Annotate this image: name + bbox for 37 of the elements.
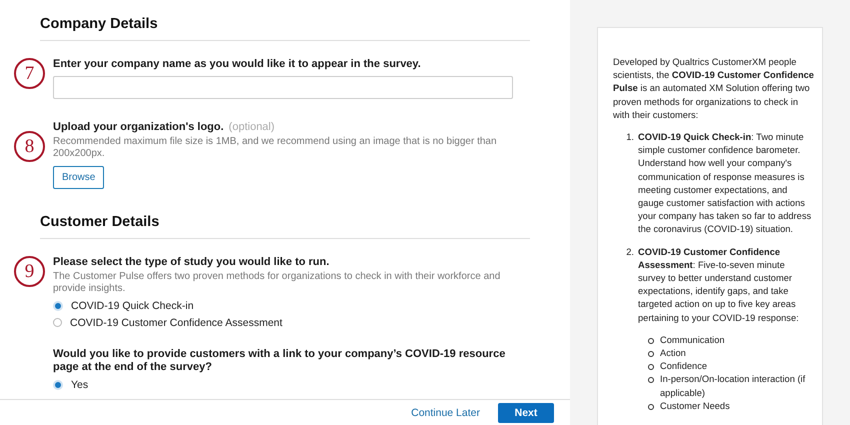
next-button[interactable]: Next	[498, 403, 554, 423]
step-number: 9	[14, 256, 45, 287]
section-heading: Company Details	[40, 15, 159, 33]
bullet-icon	[648, 351, 654, 358]
radio-button[interactable]	[53, 318, 62, 327]
bullet-icon	[648, 338, 654, 344]
intro-paragraph: Developed by Qualtrics CustomerXM people scientists, the COVID-19 Customer Confidence Pulse is an automated XM Solution offering two proven methods for organizations to check in with their customers:	[613, 56, 814, 122]
option-label[interactable]: Yes	[71, 378, 88, 390]
list-item-text: Customer Needs	[660, 400, 730, 413]
company-name-field[interactable]	[53, 76, 513, 99]
question-text: Enter your company name as you would like it to appear in the survey.	[53, 58, 421, 71]
list-item-text: In-person/On-location interaction (if applicable)	[660, 373, 806, 400]
list-item-text: COVID-19 Customer Confidence Assessment: Five-to-seven minute survey to better understand customer expectations, identify gaps, and take targeted action on up to five key areas pertaining to your COVID-19 response:	[638, 246, 800, 325]
list-number: 1.	[625, 131, 635, 144]
list-item-text: Action	[660, 347, 686, 360]
step-number: 7	[14, 58, 45, 89]
list-number: 2.	[625, 246, 635, 259]
radio-button[interactable]	[53, 380, 63, 390]
question-description: Recommended maximum file size is 1MB, and we recommend using an image that is no bigger than 200x200px.	[53, 136, 498, 160]
step-number: 8	[14, 131, 45, 162]
option-label[interactable]: COVID-19 Quick Check-in	[71, 300, 194, 312]
bullet-icon	[648, 377, 654, 384]
continue-later-link[interactable]: Continue Later	[411, 403, 480, 423]
question-description: The Customer Pulse offers two proven methods for organizations to check in with their workforce and provide insights.	[53, 271, 502, 295]
question-text: Would you like to provide customers with a link to your company’s COVID-19 resource page at the end of the survey?	[53, 348, 506, 374]
list-item-text: Communication	[660, 334, 725, 347]
option-label[interactable]: COVID-19 Customer Confidence Assessment	[70, 316, 282, 328]
list-item-text: COVID-19 Quick Check-in: Two minute simple customer confidence barometer. Understand how well your company's communication of response measures is meeting customer expectations, and gauge customer satisfaction with actions your company has taken so far to address the coronavirus (COVID-19) situation.	[638, 131, 812, 236]
question-text: Please select the type of study you would like to run.	[53, 256, 330, 269]
radio-button[interactable]	[53, 300, 63, 310]
browse-button[interactable]: Browse	[53, 166, 104, 189]
optional-label: (optional)	[228, 121, 275, 133]
bullet-icon	[648, 404, 654, 410]
bullet-icon	[648, 364, 654, 370]
list-item-text: Confidence	[660, 360, 708, 374]
question-text: Upload your organization's logo.	[53, 121, 224, 134]
section-heading: Customer Details	[40, 213, 160, 231]
